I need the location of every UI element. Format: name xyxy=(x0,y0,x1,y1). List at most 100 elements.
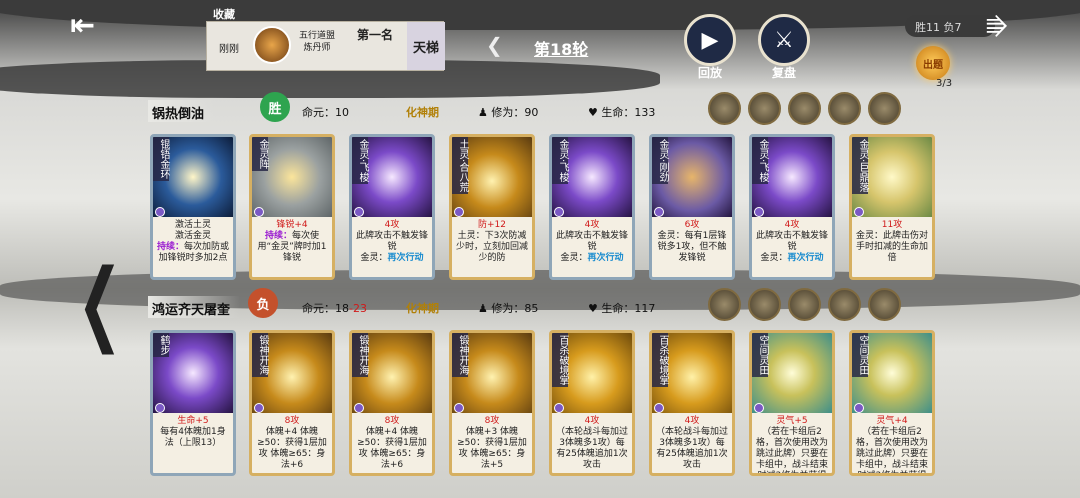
cultivation-stat: ♟ 修为：90 xyxy=(478,104,538,120)
prev-page-icon[interactable]: ❮ xyxy=(77,250,122,355)
realm-label: 化神期 xyxy=(406,106,439,119)
card-level-icon xyxy=(354,207,364,217)
card-text: 4攻 （本轮战斗每加过3体魄多1攻）每有25体魄追加1次攻击 xyxy=(652,413,732,473)
card-text: 8攻 体魄+3 体魄≥50：获得1层加攻 体魄≥65：身法+5 xyxy=(452,413,532,473)
card-body: 每有4体魄加1身法（上限13） xyxy=(160,427,226,448)
opponent-panel: 收藏 刚刚 五行道盟 炼丹师 第一名 天梯 xyxy=(206,8,445,71)
card-body: （若在卡组后2格，首次使用改为跳过此牌）只要在卡组中，战斗结束时减2修为并获得2… xyxy=(755,427,828,476)
card[interactable]: 百杀破境掌 4攻 （本轮战斗每加过3体魄多1攻）每有25体魄追加1次攻击 xyxy=(549,330,635,476)
heart-icon: ♥ xyxy=(588,106,602,119)
card[interactable]: 鹤步 生命+5 每有4体魄加1身法（上限13） xyxy=(150,330,236,476)
ladder-label: 天梯 xyxy=(407,22,445,70)
card[interactable]: 金灵·飞梭 4攻 此牌攻击不触发锋锐 金灵：再次行动 xyxy=(549,134,635,280)
card[interactable]: 锟铻金环 激活土灵 激活金灵 持续：每次加防或加锋锐时多加2点 xyxy=(150,134,236,280)
mingyuan-stat: 命元：10 xyxy=(302,104,349,120)
back-arrow-icon[interactable]: ⇤ xyxy=(70,8,118,43)
card-name: 金灵·飞梭 xyxy=(352,137,368,185)
rank-label: 第一名 xyxy=(357,28,394,42)
card[interactable]: 空间灵田 灵气+4 （若在卡组后2格，首次使用改为跳过此牌）只要在卡组中，战斗结束时… xyxy=(849,330,935,476)
card-body: （若在卡组后2格，首次使用改为跳过此牌）只要在卡组中，战斗结束时减2修为并获得1… xyxy=(855,427,928,476)
card[interactable]: 锻神开海 8攻 体魄+4 体魄≥50：获得1层加攻 体魄≥65：身法+6 xyxy=(249,330,335,476)
pet-2-icon[interactable] xyxy=(748,288,781,321)
pet-4-icon[interactable] xyxy=(828,92,861,125)
card-head: 4攻 xyxy=(784,220,800,230)
card[interactable]: 金灵·飞梭 4攻 此牌攻击不触发锋锐 金灵：再次行动 xyxy=(749,134,835,280)
prev-round-icon[interactable]: ❮ xyxy=(486,33,503,57)
cultivation-icon: ♟ xyxy=(478,106,492,119)
card-level-icon xyxy=(854,403,864,413)
life-stat: ♥ 生命：133 xyxy=(588,104,655,120)
card-body: 金灵：此牌击伤对手时扣减的生命加倍 xyxy=(855,231,928,263)
card-name: 锻神开海 xyxy=(452,333,468,377)
pet-5-icon[interactable] xyxy=(868,92,901,125)
card-effect-line: 金灵：再次行动 xyxy=(355,253,429,264)
card-name: 金灵·巨鼎落 xyxy=(852,137,868,195)
pet-3-icon[interactable] xyxy=(788,288,821,321)
card[interactable]: 金灵·飞梭 4攻 此牌攻击不触发锋锐 金灵：再次行动 xyxy=(349,134,435,280)
card-head: 8攻 xyxy=(284,416,300,426)
pet-2-icon[interactable] xyxy=(748,92,781,125)
mingyuan-label: 命元： xyxy=(302,106,335,119)
card[interactable]: 空间灵田灵气+5 （若在卡组后2格，首次使用改为跳过此牌）只要在卡组中，战斗结束时… xyxy=(749,330,835,476)
card[interactable]: 土灵·合八荒 防+12 土灵：下3次防减少时，立刻加回减少的防 xyxy=(449,134,535,280)
pet-4-icon[interactable] xyxy=(828,288,861,321)
card-level-icon xyxy=(654,403,664,413)
result-badge: 胜 xyxy=(260,92,290,122)
card-name: 锻神开海 xyxy=(252,333,268,377)
cultivation-stat: ♟ 修为：85 xyxy=(478,300,538,316)
card-level-icon xyxy=(554,207,564,217)
card-body: 土灵：下3次防减少时，立刻加回减少的防 xyxy=(455,231,528,263)
card[interactable]: 锻神开海 8攻 体魄+4 体魄≥50：获得1层加攻 体魄≥65：身法+6 xyxy=(349,330,435,476)
card-name: 金灵·飞梭 xyxy=(552,137,568,185)
card-keyword: 持续： xyxy=(156,242,184,252)
replay-button[interactable]: ▶ 回放 xyxy=(684,14,736,80)
card-body: 体魄+4 体魄≥50：获得1层加攻 体魄≥65：身法+6 xyxy=(257,427,327,470)
go-button[interactable]: 出题 xyxy=(916,46,950,80)
card-body: 此牌攻击不触发锋锐 xyxy=(555,231,628,252)
card-text: 4攻 此牌攻击不触发锋锐 金灵：再次行动 xyxy=(352,217,432,277)
card-text: 6攻 金灵：每有1层锋锐多1攻，但不触发锋锐 xyxy=(652,217,732,277)
card-head: 4攻 xyxy=(584,416,600,426)
card-name: 鹤步 xyxy=(153,333,169,357)
card-text: 8攻 体魄+4 体魄≥50：获得1层加攻 体魄≥65：身法+6 xyxy=(252,413,332,473)
go-count: 3/3 xyxy=(936,78,953,89)
card-level-icon xyxy=(155,403,165,413)
card-head: 8攻 xyxy=(384,416,400,426)
card-effect-text: 再次行动 xyxy=(387,253,424,263)
card[interactable]: 锻神开海 8攻 体魄+3 体魄≥50：获得1层加攻 体魄≥65：身法+5 xyxy=(449,330,535,476)
card[interactable]: 金灵·巨鼎落 11攻 金灵：此牌击伤对手时扣减的生命加倍 xyxy=(849,134,935,280)
card-body: 此牌攻击不触发锋锐 xyxy=(355,231,428,252)
card-level-icon xyxy=(454,207,464,217)
card-name: 空间灵田 xyxy=(752,333,768,377)
pet-1-icon[interactable] xyxy=(708,92,741,125)
battle-record-screen: ⇤ 收藏 刚刚 五行道盟 炼丹师 第一名 天梯 ❮ 第18轮 ▶ 回放 ⚔ 复盘 胜1… xyxy=(0,0,1080,498)
card-level-icon xyxy=(354,403,364,413)
card-head: 4攻 xyxy=(584,220,600,230)
mingyuan-stat: 命元：18-23 xyxy=(302,300,367,316)
review-button[interactable]: ⚔ 复盘 xyxy=(758,14,810,80)
round-label[interactable]: 第18轮 xyxy=(534,36,588,60)
cultivation-icon: ♟ xyxy=(478,302,492,315)
card-keyword-line: 持续：每次使用“金灵”牌时加1锋锐 xyxy=(255,231,329,264)
card-head: 灵气+5 xyxy=(776,416,808,426)
card-body: （本轮战斗每加过3体魄多1攻）每有25体魄追加1次攻击 xyxy=(555,427,628,470)
card-level-icon xyxy=(754,207,764,217)
card-level-icon xyxy=(254,403,264,413)
card[interactable]: 百杀破境掌 4攻 （本轮战斗每加过3体魄多1攻）每有25体魄追加1次攻击 xyxy=(649,330,735,476)
card[interactable]: 金灵阵 锋锐+4 持续：每次使用“金灵”牌时加1锋锐 xyxy=(249,134,335,280)
card-name: 金灵·飞梭 xyxy=(752,137,768,185)
player-name: 鸿运齐天屠奎 xyxy=(148,296,241,318)
realm-label: 化神期 xyxy=(406,302,439,315)
card-level-icon xyxy=(754,403,764,413)
card-name: 锻神开海 xyxy=(352,333,368,377)
cultivation-label: 修为： xyxy=(491,106,525,119)
share-icon[interactable]: ⭆ xyxy=(986,14,1008,42)
card-level-icon xyxy=(254,207,264,217)
pet-5-icon[interactable] xyxy=(868,288,901,321)
card[interactable]: 金灵·刚劲 6攻 金灵：每有1层锋锐多1攻，但不触发锋锐 xyxy=(649,134,735,280)
pet-1-icon[interactable] xyxy=(708,288,741,321)
card-name: 金灵·刚劲 xyxy=(652,137,668,185)
favorite-label[interactable]: 收藏 xyxy=(213,6,235,22)
pet-3-icon[interactable] xyxy=(788,92,821,125)
swords-icon: ⚔ xyxy=(774,27,794,53)
